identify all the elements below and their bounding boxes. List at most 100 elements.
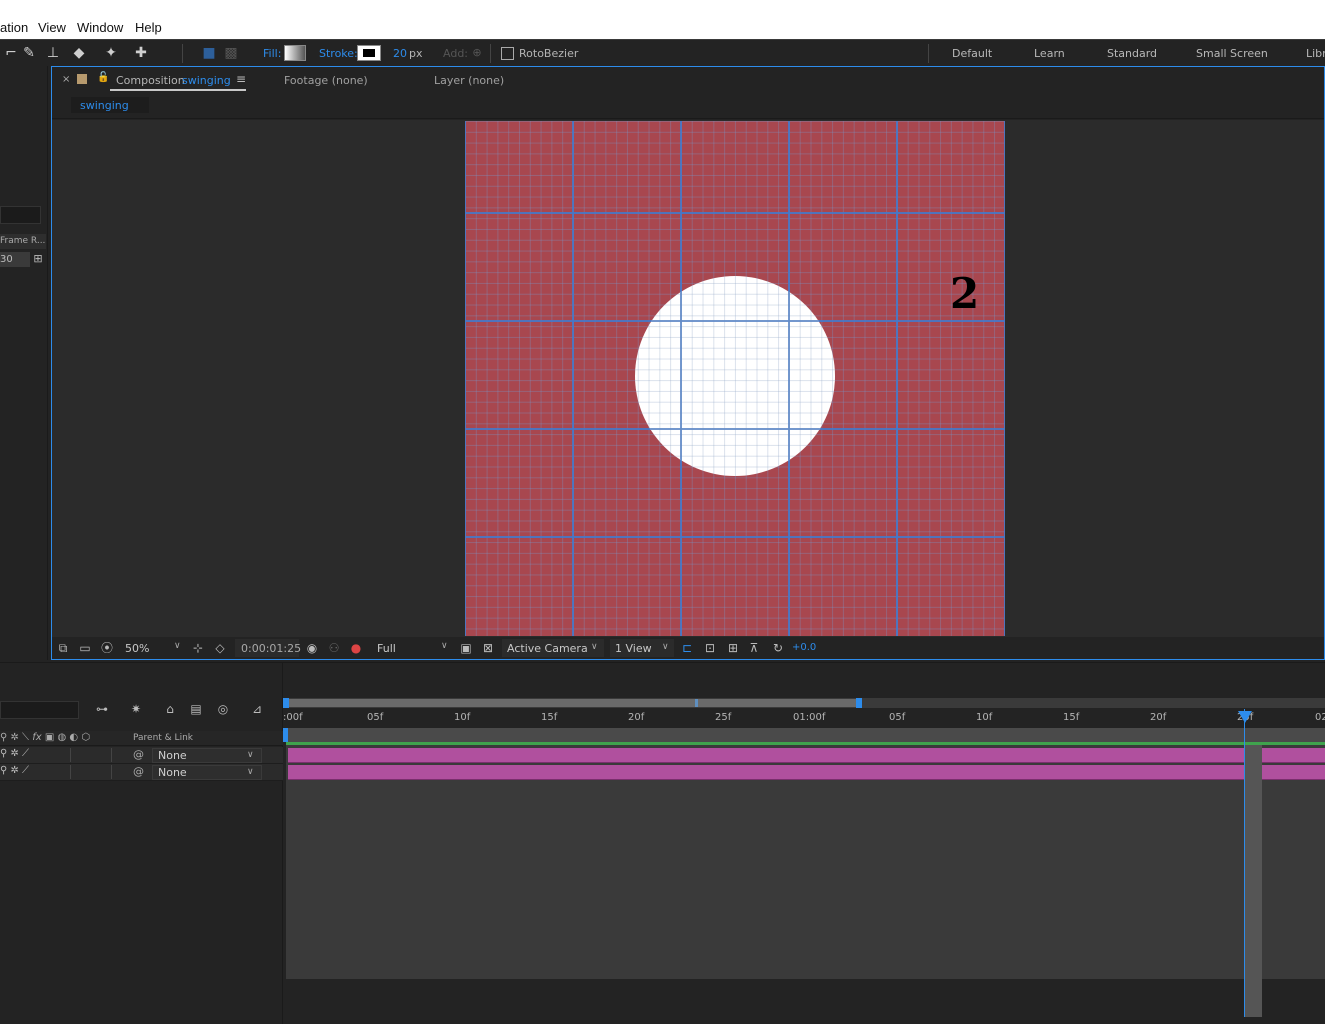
comp-breadcrumb-label: swinging — [80, 99, 129, 112]
ruler-label: 01:00f — [793, 712, 826, 723]
puppet-pin-tool-icon[interactable]: ✚ — [130, 43, 152, 63]
camera-dropdown[interactable]: Active Camera ∨ — [502, 639, 604, 657]
menu-help[interactable]: Help — [135, 20, 162, 35]
timeline-search-input[interactable] — [0, 701, 79, 719]
stroke-swatch[interactable] — [357, 45, 381, 61]
always-preview-icon[interactable]: ⧉ — [55, 640, 71, 656]
resolution-chevron-down-icon[interactable]: ∨ — [441, 641, 448, 651]
comp-breadcrumb[interactable]: swinging — [71, 97, 149, 113]
frame-rate-column-header[interactable]: Frame R... — [0, 234, 46, 249]
layer-switches-icon[interactable]: ⚲ ✲ ⟋ — [0, 748, 29, 759]
close-tab-icon[interactable]: × — [62, 74, 70, 85]
panel-menu-icon[interactable]: ≡ — [236, 72, 246, 86]
title-action-safe-icon[interactable]: ⊹ — [190, 640, 206, 656]
fill-label: Fill: — [263, 47, 282, 60]
canvas-number-text[interactable]: 2 — [950, 269, 979, 318]
parent-select[interactable]: None ∨ — [152, 748, 262, 763]
shy-layers-icon[interactable]: ⌂ — [162, 701, 178, 717]
layer-bar[interactable] — [288, 748, 1325, 763]
layer-tab[interactable]: Layer (none) — [434, 74, 504, 87]
layer-switch-cells[interactable] — [70, 748, 112, 762]
eraser-tool-icon[interactable]: ◆ — [68, 43, 90, 63]
ruler-label: 20f — [1150, 712, 1167, 723]
circle-shape-layer[interactable] — [635, 276, 835, 476]
time-ruler[interactable]: :00f 05f 10f 15f 20f 25f 01:00f 05f 10f … — [283, 708, 1325, 728]
composition-tab-name[interactable]: swinging — [182, 74, 231, 87]
flowchart-icon[interactable]: ⊞ — [31, 252, 45, 267]
add-label: Add: — [443, 47, 469, 60]
draft-3d-icon[interactable]: ✷ — [128, 701, 144, 717]
transparency-grid-icon[interactable]: ⊠ — [480, 640, 496, 656]
clone-stamp-tool-icon[interactable]: ⊥ — [42, 43, 64, 63]
comp-mini-flowchart-icon[interactable]: ⊶ — [94, 701, 110, 717]
workspace-default[interactable]: Default — [952, 47, 992, 60]
view-layout-value: 1 View — [615, 642, 652, 655]
view-chevron-down-icon: ∨ — [662, 642, 669, 652]
layer-bar[interactable] — [288, 765, 1325, 780]
active-tab-underline — [110, 89, 246, 91]
tool-option-icon[interactable]: ■ — [198, 43, 220, 63]
work-area-bar[interactable] — [286, 699, 859, 707]
lock-icon[interactable]: 🔓 — [97, 72, 109, 83]
exposure-value[interactable]: +0.0 — [792, 642, 816, 653]
snapshot-camera-icon[interactable]: ◉ — [304, 640, 320, 656]
workspace-libraries[interactable]: Libr — [1306, 47, 1325, 60]
timeline-link-icon[interactable]: ⊞ — [725, 640, 741, 656]
playhead-handle-icon[interactable] — [1238, 711, 1252, 723]
composition-tab-bar: × 🔓 Composition swinging ≡ Footage (none… — [52, 67, 1324, 92]
rotobezier-checkbox[interactable] — [501, 47, 514, 60]
roto-brush-tool-icon[interactable]: ✦ — [100, 43, 122, 63]
motion-blur-icon[interactable]: ◎ — [215, 701, 231, 717]
workspace-learn[interactable]: Learn — [1034, 47, 1065, 60]
playhead-line[interactable] — [1244, 709, 1245, 1017]
comp-canvas[interactable]: 2 — [465, 121, 1005, 636]
pickwhip-icon[interactable]: @ — [133, 765, 144, 778]
comp-duration-bar — [286, 728, 1325, 742]
brush-tool-icon[interactable]: ✎ — [18, 43, 40, 63]
ruler-label: :00f — [283, 712, 303, 723]
menu-view[interactable]: View — [38, 20, 66, 35]
menu-animation[interactable]: ation — [0, 20, 28, 35]
workspace-standard[interactable]: Standard — [1107, 47, 1157, 60]
pickwhip-icon[interactable]: @ — [133, 748, 144, 761]
timeline-track-area[interactable]: :00f 05f 10f 15f 20f 25f 01:00f 05f 10f … — [283, 663, 1325, 1024]
monitor-icon[interactable]: ▭ — [77, 640, 93, 656]
layer-switch-cells[interactable] — [70, 765, 112, 779]
playhead-shade — [1245, 745, 1262, 1017]
mask-visibility-icon[interactable]: ⦿ — [99, 640, 115, 656]
fill-swatch[interactable] — [284, 45, 306, 61]
zoom-value[interactable]: 50% — [125, 642, 149, 655]
layer-switches-icon[interactable]: ⚲ ✲ ⟋ — [0, 765, 29, 776]
composition-panel: × 🔓 Composition swinging ≡ Footage (none… — [51, 66, 1325, 660]
zoom-chevron-down-icon[interactable]: ∨ — [174, 641, 181, 651]
fast-preview-toggle-icon[interactable]: ⊡ — [702, 640, 718, 656]
add-icon[interactable]: ⊕ — [466, 43, 488, 63]
layer-row[interactable]: ⚲ ✲ ⟋ @ None ∨ — [0, 747, 283, 764]
stroke-width-value[interactable]: 20 — [393, 47, 407, 60]
show-snapshot-icon[interactable]: ⚇ — [326, 640, 342, 656]
graph-editor-icon[interactable]: ⊿ — [249, 701, 265, 717]
workspace-small-screen[interactable]: Small Screen — [1196, 47, 1268, 60]
current-time-display[interactable]: 0:00:01:25 — [235, 639, 301, 657]
resolution-value[interactable]: Full — [377, 642, 396, 655]
flowchart-icon[interactable]: ⊼ — [746, 640, 762, 656]
toggle-pixel-aspect-icon[interactable]: ⊏ — [679, 640, 695, 656]
region-of-interest-icon[interactable]: ◇ — [212, 640, 228, 656]
frame-blending-icon[interactable]: ▤ — [188, 701, 204, 717]
view-layout-dropdown[interactable]: 1 View ∨ — [610, 639, 674, 657]
reset-exposure-icon[interactable]: ↻ — [770, 640, 786, 656]
composition-viewer[interactable]: 2 — [52, 120, 1324, 637]
menu-window[interactable]: Window — [77, 20, 123, 35]
color-channels-icon[interactable]: ● — [348, 640, 364, 656]
project-search-input[interactable] — [0, 206, 41, 224]
tool-option-2-icon[interactable]: ▩ — [220, 43, 242, 63]
work-area-end-handle[interactable] — [856, 698, 862, 708]
layer-row[interactable]: ⚲ ✲ ⟋ @ None ∨ — [0, 764, 283, 781]
ruler-label: 15f — [1063, 712, 1080, 723]
footage-tab[interactable]: Footage (none) — [284, 74, 368, 87]
composition-tab-prefix[interactable]: Composition — [116, 74, 185, 87]
parent-select[interactable]: None ∨ — [152, 765, 262, 780]
fast-previews-icon[interactable]: ▣ — [458, 640, 474, 656]
work-area-start-handle[interactable] — [283, 698, 289, 708]
ruler-label: 05f — [367, 712, 384, 723]
